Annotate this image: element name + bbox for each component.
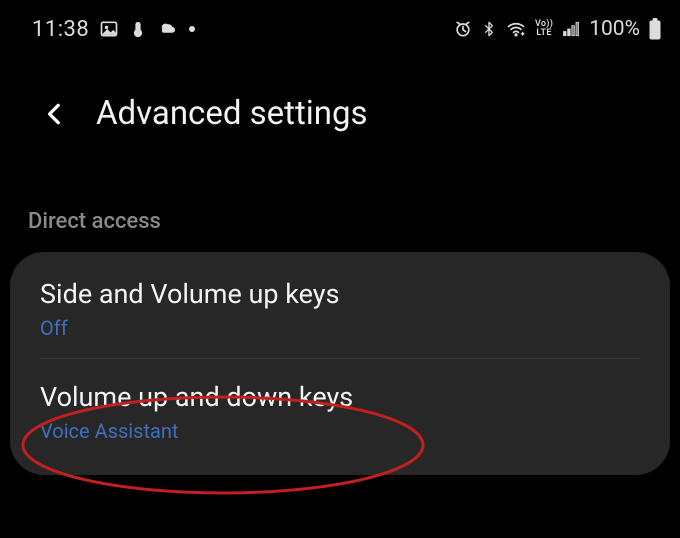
header: Advanced settings bbox=[0, 48, 680, 133]
signal-icon bbox=[561, 19, 581, 39]
row-volume-up-down[interactable]: Volume up and down keys Voice Assistant bbox=[10, 359, 670, 461]
row-title: Side and Volume up keys bbox=[40, 278, 640, 312]
section-label-direct-access: Direct access bbox=[0, 133, 680, 234]
back-button[interactable] bbox=[42, 101, 68, 127]
volte-icon: Vo))LTE bbox=[535, 20, 553, 38]
status-left: 11:38 bbox=[32, 17, 195, 42]
status-bar: 11:38 + Vo))LTE 100% bbox=[0, 0, 680, 48]
row-subtitle: Voice Assistant bbox=[40, 419, 640, 443]
more-notifications-dot bbox=[189, 26, 195, 32]
image-icon bbox=[99, 19, 119, 39]
page-title: Advanced settings bbox=[96, 94, 368, 133]
temperature-icon bbox=[129, 19, 147, 39]
alarm-icon bbox=[453, 19, 473, 39]
battery-percent: 100% bbox=[589, 17, 640, 41]
row-title: Volume up and down keys bbox=[40, 381, 640, 415]
row-side-volume-up[interactable]: Side and Volume up keys Off bbox=[10, 256, 670, 358]
status-right: + Vo))LTE 100% bbox=[453, 17, 662, 41]
svg-text:+: + bbox=[521, 32, 525, 38]
status-time: 11:38 bbox=[32, 17, 89, 42]
wifi-icon: + bbox=[505, 19, 527, 39]
battery-icon bbox=[648, 18, 662, 40]
bluetooth-icon bbox=[481, 19, 497, 39]
weather-icon bbox=[157, 19, 179, 39]
settings-card: Side and Volume up keys Off Volume up an… bbox=[10, 252, 670, 475]
row-subtitle: Off bbox=[40, 316, 640, 340]
